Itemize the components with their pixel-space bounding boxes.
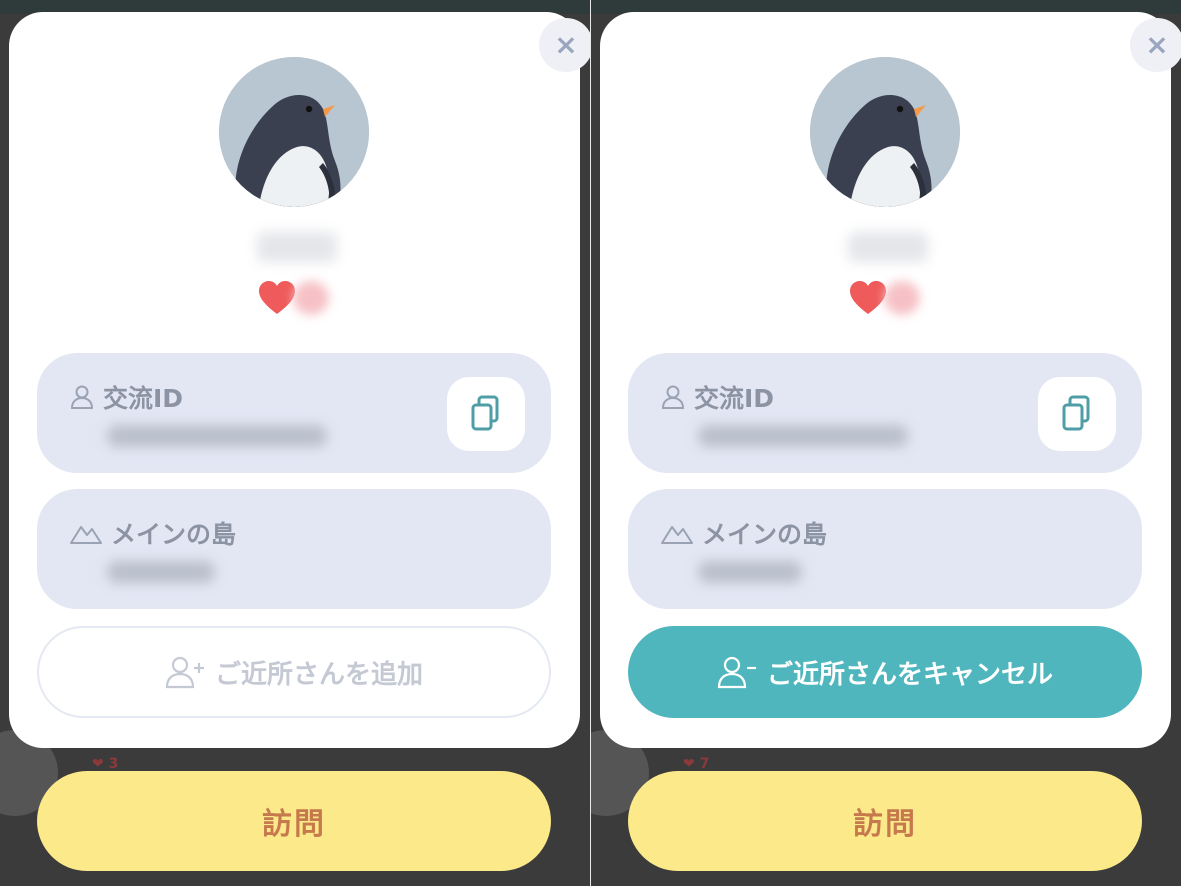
friend-id-box: 交流ID xyxy=(37,353,551,473)
main-island-box: メインの島 xyxy=(628,489,1142,609)
close-icon[interactable]: × xyxy=(554,31,577,59)
profile-card: × 交流ID xyxy=(600,12,1181,748)
popup-panel-right: ❤ 7 × 交流ID メインの島 ご近所さんをキャンセル 訪問 xyxy=(591,0,1181,886)
blurred-username xyxy=(257,232,337,262)
add-neighbor-label: ご近所さんを追加 xyxy=(214,659,423,690)
profile-card: × 交流ID xyxy=(9,12,590,748)
cancel-neighbor-label: ご近所さんをキャンセル xyxy=(766,659,1053,690)
blurred-username xyxy=(848,232,928,262)
blurred-friend-id xyxy=(107,425,327,447)
copy-id-button[interactable] xyxy=(447,377,525,451)
visit-label: 訪問 xyxy=(262,807,326,842)
friend-id-header: 交流ID xyxy=(660,379,774,415)
close-icon[interactable]: × xyxy=(1145,31,1168,59)
blurred-like-count xyxy=(293,281,329,315)
copy-icon[interactable] xyxy=(1060,395,1094,433)
user-plus-icon xyxy=(165,656,204,689)
close-button[interactable]: × xyxy=(1130,18,1181,72)
main-island-header: メインの島 xyxy=(69,515,236,551)
cancel-neighbor-button[interactable]: ご近所さんをキャンセル xyxy=(628,626,1142,718)
friend-id-label: 交流ID xyxy=(694,384,775,413)
avatar xyxy=(219,57,369,207)
heart-icon xyxy=(850,281,886,314)
blurred-island-name xyxy=(107,561,215,583)
mountain-icon xyxy=(70,526,102,544)
background-heart-count: ❤ 7 xyxy=(683,756,710,772)
user-icon xyxy=(661,385,685,409)
visit-button[interactable]: 訪問 xyxy=(628,771,1142,871)
copy-id-button[interactable] xyxy=(1038,377,1116,451)
mountain-icon xyxy=(661,526,693,544)
blurred-island-name xyxy=(698,561,802,583)
visit-label: 訪問 xyxy=(853,807,917,842)
main-island-label: メインの島 xyxy=(702,520,828,549)
avatar xyxy=(810,57,960,207)
main-island-box: メインの島 xyxy=(37,489,551,609)
heart-icon xyxy=(259,281,295,314)
likes-row xyxy=(257,278,329,318)
background-heart-count: ❤ 3 xyxy=(92,756,119,772)
add-neighbor-button[interactable]: ご近所さんを追加 xyxy=(37,626,551,718)
popup-panel-left: ❤ 3 × 交流ID メインの島 ご近所さんを追加 訪問 xyxy=(0,0,590,886)
likes-row xyxy=(848,278,920,318)
friend-id-header: 交流ID xyxy=(69,379,183,415)
friend-id-box: 交流ID xyxy=(628,353,1142,473)
close-button[interactable]: × xyxy=(539,18,590,72)
friend-id-label: 交流ID xyxy=(103,384,184,413)
copy-icon[interactable] xyxy=(469,395,503,433)
visit-button[interactable]: 訪問 xyxy=(37,771,551,871)
main-island-label: メインの島 xyxy=(111,520,237,549)
blurred-like-count xyxy=(884,281,920,315)
user-icon xyxy=(70,385,94,409)
penguin-avatar-image xyxy=(810,57,960,207)
penguin-avatar-image xyxy=(219,57,369,207)
blurred-friend-id xyxy=(698,425,908,447)
user-minus-icon xyxy=(717,656,756,689)
main-island-header: メインの島 xyxy=(660,515,827,551)
